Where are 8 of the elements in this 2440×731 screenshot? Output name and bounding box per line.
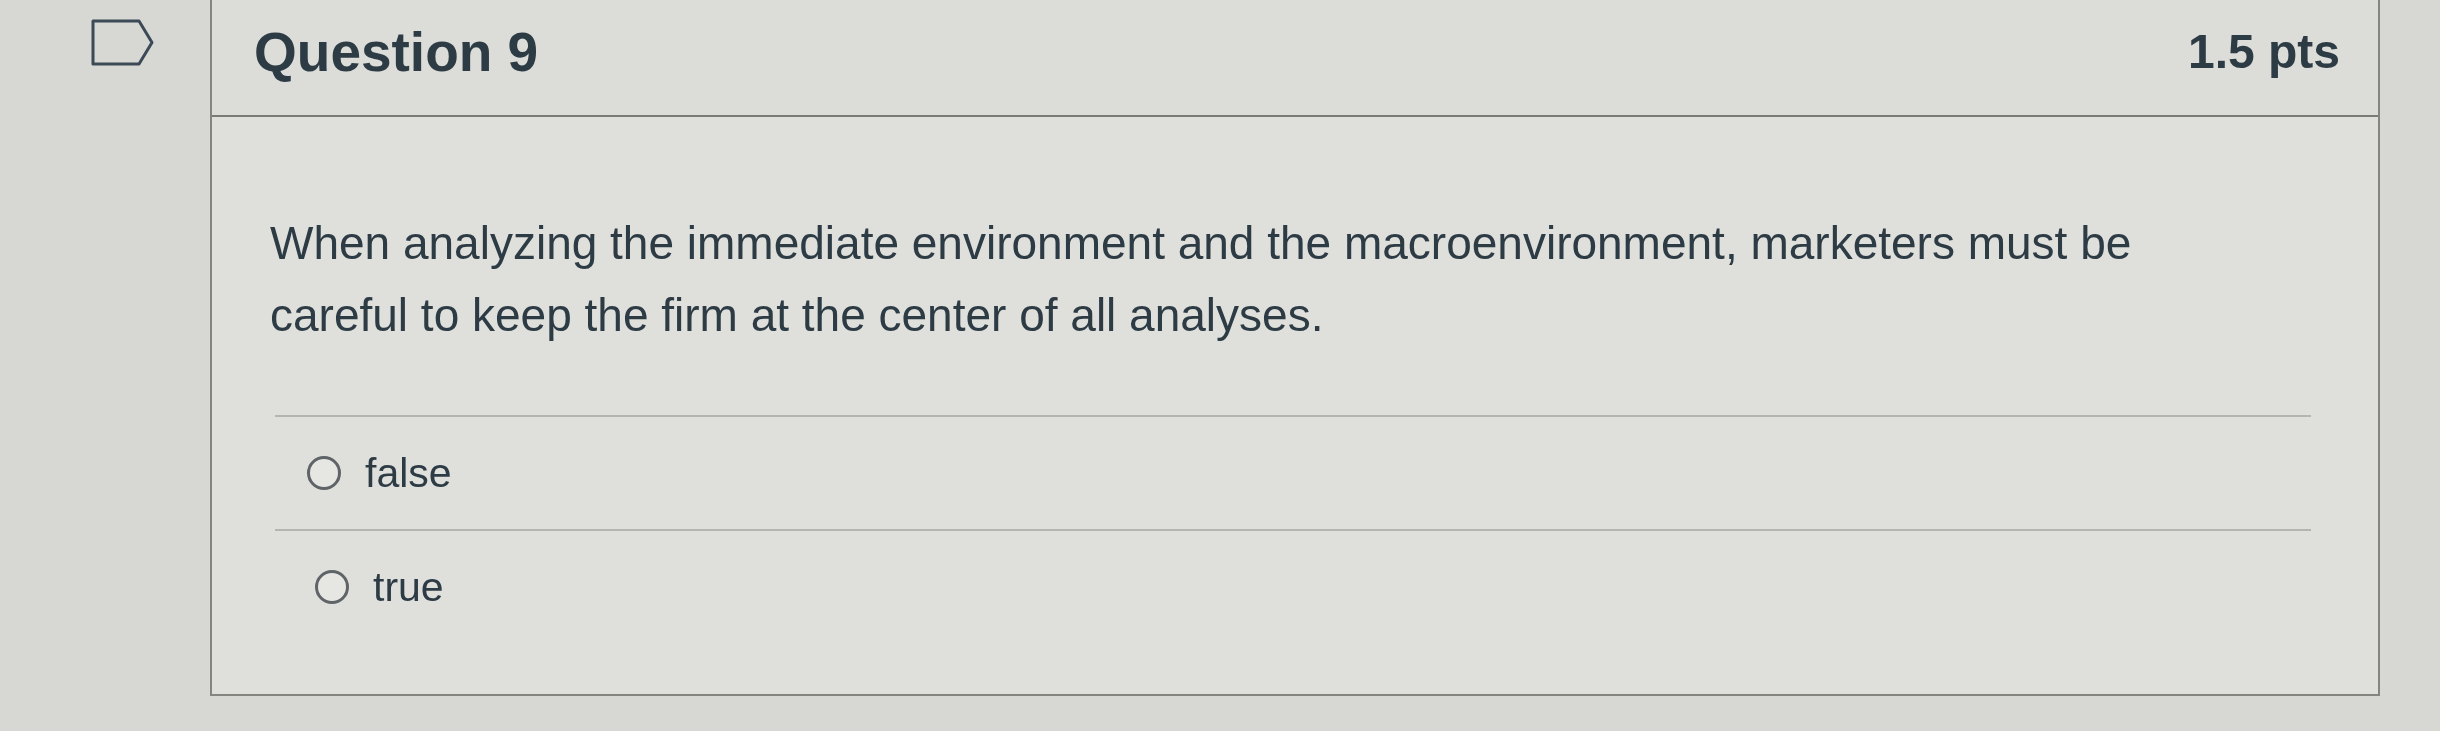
answer-label[interactable]: true [373, 563, 444, 611]
answer-label[interactable]: false [365, 449, 452, 497]
flag-icon[interactable] [91, 19, 154, 66]
question-title: Question 9 [254, 19, 539, 84]
question-text: When analyzing the immediate environment and the macroenvironment, marketers must be careful to keep the firm at the center of all analyses. [270, 216, 2133, 343]
question-points: 1.5 pts [2187, 24, 2340, 79]
radio-button[interactable] [307, 456, 341, 490]
radio-button[interactable] [315, 570, 349, 604]
